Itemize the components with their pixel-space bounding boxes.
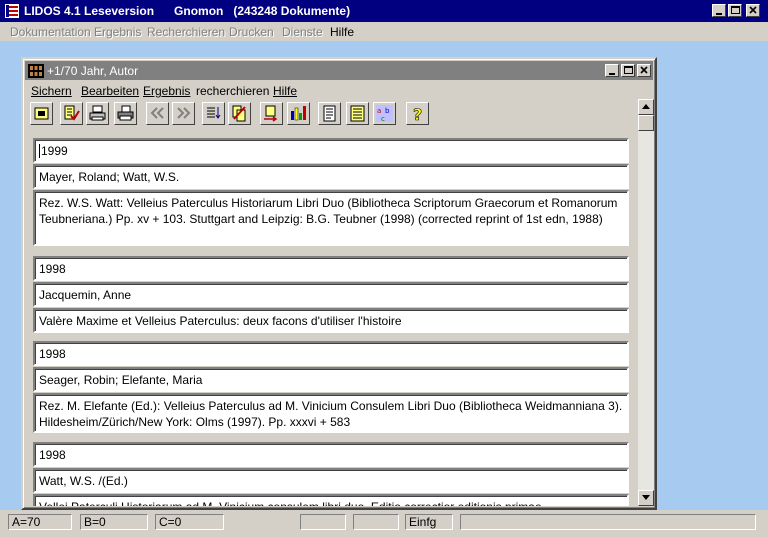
first-record-button[interactable] [146, 102, 169, 125]
app-title-bar[interactable]: LIDOS 4.1 Leseversion Gnomon (243248 Dok… [0, 0, 768, 22]
print-button[interactable] [86, 102, 109, 125]
delete-record-icon [232, 105, 246, 122]
sort-list-icon [207, 107, 221, 119]
title-field[interactable]: Vellei Paterculi Historiarum ad M. Vinic… [33, 494, 629, 506]
status-empty-2 [353, 514, 399, 530]
print-setup-button[interactable] [114, 102, 137, 125]
list-view-icon [350, 105, 365, 122]
year-value: 1999 [41, 144, 68, 158]
svg-text:?: ? [413, 105, 422, 122]
menu-hilfe-child[interactable]: Hilfe [273, 84, 297, 98]
scroll-thumb[interactable] [638, 115, 654, 131]
abc-index-icon: a bc [376, 105, 393, 122]
author-field[interactable]: Jacquemin, Anne [33, 282, 629, 307]
maximize-icon [624, 66, 633, 74]
minimize-icon [716, 13, 722, 15]
menu-hilfe-label: Hilfe [273, 84, 298, 98]
svg-text:a: a [377, 107, 381, 115]
checklist-icon [64, 105, 80, 121]
author-field[interactable]: Seager, Robin; Elefante, Maria [33, 367, 629, 392]
author-field[interactable]: Mayer, Roland; Watt, W.S. [33, 164, 629, 189]
status-insert-mode: Einfg [405, 514, 453, 530]
menu-sichern-label: Sichern [31, 84, 72, 98]
svg-text:b: b [385, 107, 390, 115]
help-icon: ? [413, 105, 423, 122]
app-minimize-button[interactable] [712, 4, 726, 17]
year-field[interactable]: 1998 [33, 341, 629, 366]
last-record-button[interactable] [172, 102, 195, 125]
export-icon [264, 105, 278, 122]
status-a-count: A=70 [8, 514, 72, 530]
close-icon [749, 6, 757, 14]
lidos-app-icon[interactable] [4, 3, 20, 19]
export-button[interactable] [260, 102, 283, 125]
result-window-title: +1/70 Jahr, Autor [47, 64, 139, 78]
status-bar: A=70 B=0 C=0 Einfg [0, 510, 768, 537]
year-field[interactable]: 1999 [33, 138, 629, 163]
text-cursor [39, 144, 40, 158]
year-field[interactable]: 1998 [33, 256, 629, 281]
menu-ergebnis-child[interactable]: Ergebnis [143, 84, 190, 98]
delete-record-button[interactable] [228, 102, 251, 125]
title-field[interactable]: Valère Maxime et Velleius Paterculus: de… [33, 308, 629, 333]
last-record-icon [177, 107, 191, 119]
maximize-icon [731, 6, 740, 14]
menu-recherchieren-child[interactable]: recherchieren [196, 84, 269, 98]
scroll-up-button[interactable] [638, 99, 654, 115]
arrow-up-icon [642, 104, 650, 109]
child-close-button[interactable] [637, 64, 651, 77]
status-b-count: B=0 [80, 514, 148, 530]
menu-drucken[interactable]: Drucken [229, 25, 274, 39]
arrow-down-icon [642, 495, 650, 500]
sort-button[interactable] [202, 102, 225, 125]
title-field[interactable]: Rez. M. Elefante (Ed.): Velleius Patercu… [33, 393, 629, 433]
help-button[interactable]: ? [406, 102, 429, 125]
vertical-scrollbar[interactable] [638, 99, 654, 506]
minimize-icon [609, 73, 615, 75]
status-message [460, 514, 756, 530]
statistics-button[interactable] [287, 102, 310, 125]
checklist-button[interactable] [60, 102, 83, 125]
child-maximize-button[interactable] [621, 64, 635, 77]
app-menu-bar: Dokumentation Ergebnis Recherchieren Dru… [0, 22, 768, 41]
statistics-icon [291, 106, 306, 121]
scroll-down-button[interactable] [638, 490, 654, 506]
title-field[interactable]: Rez. W.S. Watt: Velleius Paterculus Hist… [33, 190, 629, 246]
menu-hilfe[interactable]: Hilfe [330, 25, 354, 39]
toolbar: abc ? [30, 102, 640, 128]
year-field[interactable]: 1998 [33, 442, 629, 467]
result-window: +1/70 Jahr, Autor Sichern Bearbeiten Erg… [21, 57, 657, 510]
app-title: LIDOS 4.1 Leseversion Gnomon (243248 Dok… [24, 4, 351, 18]
menu-dokumentation[interactable]: Dokumentation [10, 25, 91, 39]
result-window-menu-bar: Sichern Bearbeiten Ergebnis recherchiere… [25, 81, 653, 99]
menu-recherchieren[interactable]: Recherchieren [147, 25, 225, 39]
close-icon [640, 66, 648, 74]
app-close-button[interactable] [746, 4, 760, 17]
author-field[interactable]: Watt, W.S. /(Ed.) [33, 468, 629, 493]
status-c-count: C=0 [155, 514, 224, 530]
window-button[interactable] [30, 102, 53, 125]
abc-index-button[interactable]: abc [373, 102, 396, 125]
film-strip-icon[interactable] [28, 64, 44, 78]
printer-icon [89, 105, 106, 121]
list-view-button[interactable] [346, 102, 369, 125]
result-window-title-bar[interactable]: +1/70 Jahr, Autor [25, 61, 653, 80]
menu-ergebnis[interactable]: Ergebnis [94, 25, 141, 39]
menu-bearbeiten[interactable]: Bearbeiten [81, 84, 139, 98]
menu-ergebnis-label: Ergebnis [143, 84, 191, 98]
document-icon [323, 105, 336, 122]
first-record-icon [150, 107, 164, 119]
app-maximize-button[interactable] [728, 4, 742, 17]
menu-sichern[interactable]: Sichern [31, 84, 72, 98]
menu-bearbeiten-label: Bearbeiten [81, 84, 140, 98]
document-button[interactable] [318, 102, 341, 125]
svg-text:c: c [381, 115, 385, 122]
record-list: 1999 Mayer, Roland; Watt, W.S. Rez. W.S.… [33, 138, 629, 506]
child-minimize-button[interactable] [605, 64, 619, 77]
menu-dienste[interactable]: Dienste [282, 25, 323, 39]
status-empty-1 [300, 514, 346, 530]
window-icon [34, 107, 49, 120]
printer-setup-icon [117, 105, 134, 121]
